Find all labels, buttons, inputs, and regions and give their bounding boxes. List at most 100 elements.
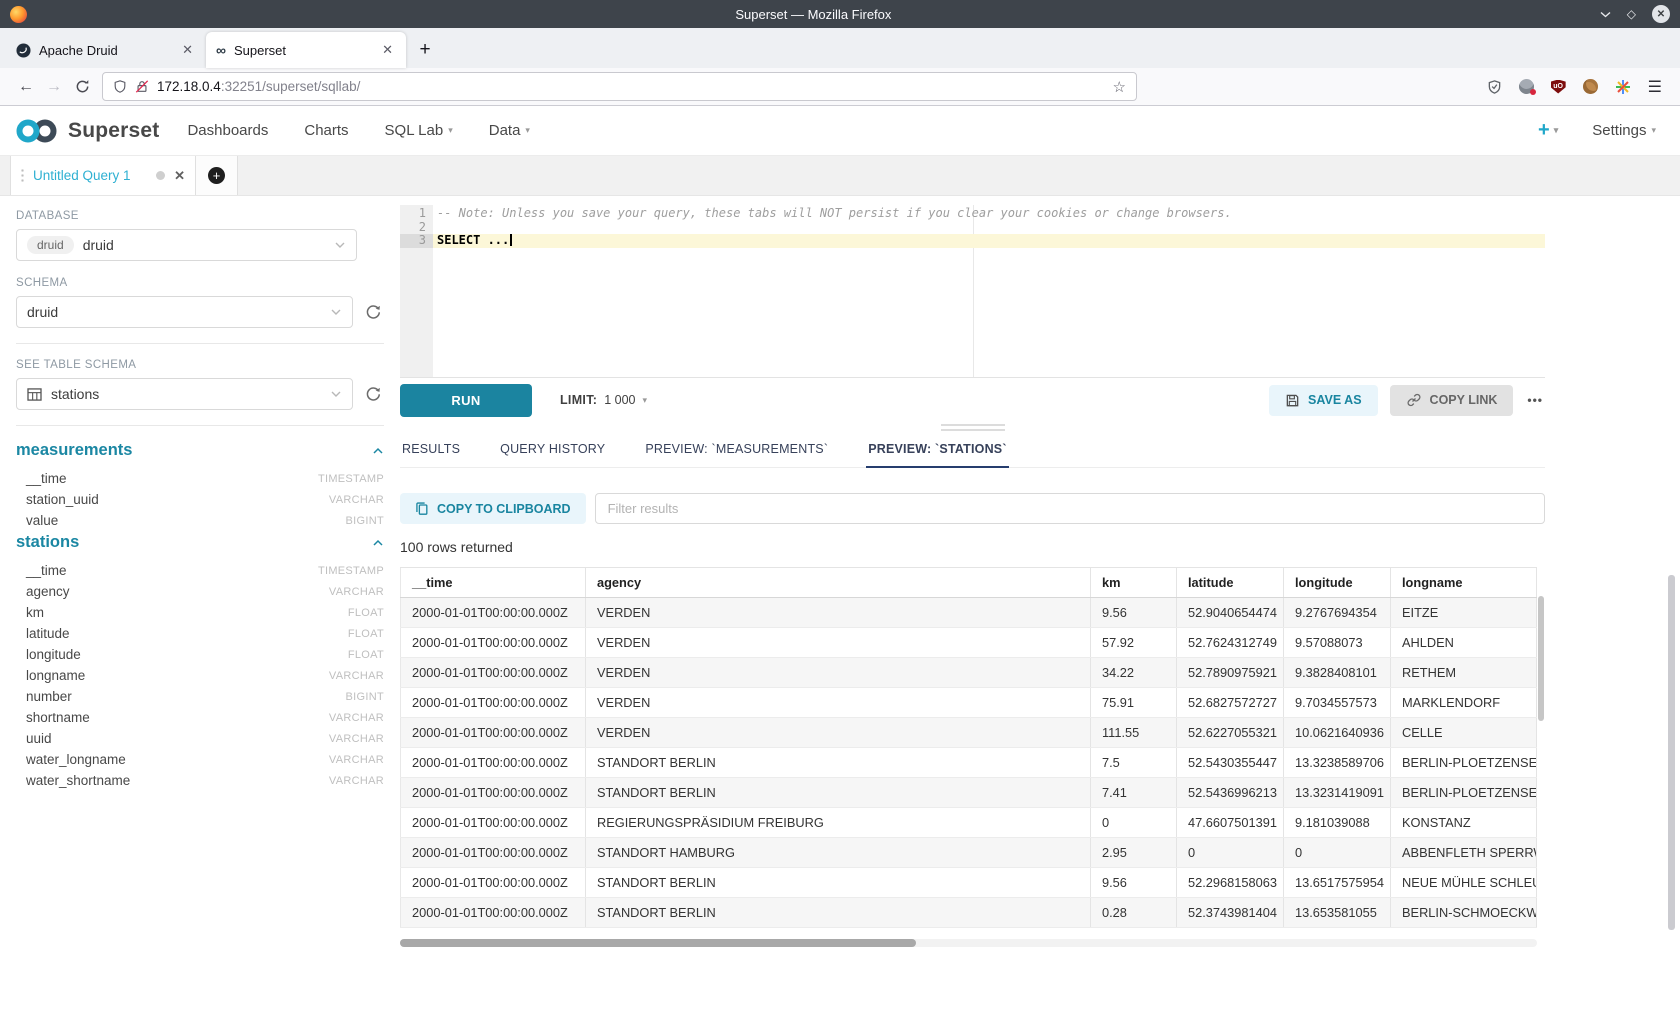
line-number: 1 [400, 207, 433, 221]
superset-favicon-icon: ∞ [216, 43, 226, 57]
chevron-down-icon: ▾ [448, 125, 453, 136]
superset-logo[interactable]: Superset [14, 116, 159, 146]
table-select[interactable]: stations [16, 378, 353, 410]
table-cell: 2000-01-01T00:00:00.000Z [401, 718, 586, 748]
collapse-chevron-up-icon[interactable] [372, 447, 384, 455]
table-cell: 7.41 [1091, 778, 1177, 808]
results-tab-preview-measurements[interactable]: PREVIEW: `MEASUREMENTS` [643, 434, 830, 467]
maximize-icon[interactable]: ◇ [1627, 8, 1636, 20]
browser-tab-apache-druid[interactable]: Apache Druid ✕ [6, 32, 206, 68]
new-item-button[interactable]: +▾ [1538, 119, 1558, 142]
unsaved-indicator [156, 171, 165, 180]
tracking-shield-icon[interactable] [113, 79, 127, 94]
table-vertical-scrollbar[interactable] [1537, 567, 1545, 928]
column-name: latitude [26, 626, 70, 641]
refresh-table-icon[interactable] [362, 383, 384, 405]
browser-tab-superset[interactable]: ∞ Superset ✕ [206, 32, 406, 68]
nav-charts[interactable]: Charts [304, 122, 348, 139]
query-tabbar: Untitled Query 1 ✕ + [0, 156, 1680, 196]
table-cell: 57.92 [1091, 628, 1177, 658]
cookie-extension-icon[interactable] [1583, 79, 1598, 94]
save-as-button[interactable]: SAVE AS [1269, 385, 1378, 416]
copy-link-button[interactable]: COPY LINK [1390, 385, 1514, 416]
close-query-tab-icon[interactable]: ✕ [174, 168, 185, 184]
table-cell: 2000-01-01T00:00:00.000Z [401, 838, 586, 868]
settings-menu[interactable]: Settings▾ [1592, 122, 1656, 139]
sql-editor[interactable]: 123 -- Note: Unless you save your query,… [400, 205, 1545, 378]
close-tab-icon[interactable]: ✕ [179, 42, 196, 58]
column-name: longname [26, 668, 85, 683]
table-cell: 7.5 [1091, 748, 1177, 778]
extension-shield-icon[interactable] [1487, 79, 1502, 95]
query-tab-active[interactable]: Untitled Query 1 ✕ [10, 156, 196, 195]
column-name: shortname [26, 710, 90, 725]
limit-control[interactable]: LIMIT: 1 000 ▾ [560, 393, 647, 407]
filter-results-input[interactable] [595, 493, 1545, 524]
column-header-km[interactable]: km [1091, 568, 1177, 598]
back-button[interactable]: ← [12, 78, 40, 96]
schema-select[interactable]: druid [16, 296, 353, 328]
results-tab-preview-stations[interactable]: PREVIEW: `STATIONS` [866, 434, 1009, 468]
column-row: valueBIGINT [16, 510, 384, 531]
run-button[interactable]: RUN [400, 384, 532, 417]
pane-resize-handle[interactable] [400, 422, 1545, 432]
copy-to-clipboard-button[interactable]: COPY TO CLIPBOARD [400, 493, 586, 524]
mask-extension-icon[interactable] [1519, 79, 1534, 94]
column-type: VARCHAR [329, 670, 384, 682]
column-row: water_shortnameVARCHAR [16, 770, 384, 791]
column-header-longname[interactable]: longname [1391, 568, 1537, 598]
nav-data[interactable]: Data▾ [489, 122, 530, 139]
column-row: shortnameVARCHAR [16, 707, 384, 728]
page-vertical-scrollbar[interactable] [1668, 575, 1675, 930]
reload-button[interactable] [68, 79, 96, 94]
drag-handle-icon[interactable] [21, 168, 24, 184]
minimize-icon[interactable] [1600, 11, 1611, 18]
ublock-origin-icon[interactable]: uO [1551, 80, 1566, 94]
column-header-longitude[interactable]: longitude [1284, 568, 1391, 598]
column-row: water_longnameVARCHAR [16, 749, 384, 770]
close-tab-icon[interactable]: ✕ [379, 42, 396, 58]
table-cell: 52.9040654474 [1177, 598, 1284, 628]
rows-returned-text: 100 rows returned [400, 539, 1545, 555]
column-row: station_uuidVARCHAR [16, 489, 384, 510]
nav-sql-lab[interactable]: SQL Lab▾ [385, 122, 453, 139]
column-name: value [26, 513, 58, 528]
colorful-asterisk-extension-icon[interactable] [1615, 79, 1631, 95]
nav-dashboards[interactable]: Dashboards [187, 122, 268, 139]
add-query-tab-button[interactable]: + [196, 156, 238, 195]
bookmark-star-icon[interactable]: ☆ [1113, 78, 1126, 96]
table-cell: 52.6827572727 [1177, 688, 1284, 718]
column-name: station_uuid [26, 492, 99, 507]
insecure-lock-icon[interactable] [135, 79, 149, 94]
table-section-header-measurements[interactable]: measurements [16, 441, 384, 460]
url-bar[interactable]: 172.18.0.4:32251/superset/sqllab/ ☆ [102, 72, 1137, 101]
close-window-icon[interactable]: ✕ [1652, 5, 1670, 23]
column-header-time[interactable]: __time [401, 568, 586, 598]
table-cell: VERDEN [586, 628, 1091, 658]
table-name: stations [16, 533, 79, 552]
column-name: __time [26, 563, 67, 578]
table-cell: 2.95 [1091, 838, 1177, 868]
table-section-header-stations[interactable]: stations [16, 533, 384, 552]
url-text[interactable]: 172.18.0.4:32251/superset/sqllab/ [157, 79, 1105, 94]
menu-icon[interactable]: ☰ [1648, 77, 1662, 97]
code-line: SELECT ... [433, 234, 1545, 248]
code-line [433, 221, 1545, 235]
column-header-latitude[interactable]: latitude [1177, 568, 1284, 598]
forward-button[interactable]: → [40, 78, 68, 96]
database-select[interactable]: druid druid [16, 229, 357, 261]
refresh-schema-icon[interactable] [362, 301, 384, 323]
new-browser-tab-button[interactable]: + [410, 35, 440, 65]
more-options-icon[interactable]: ••• [1525, 393, 1545, 407]
results-tab-results[interactable]: RESULTS [400, 434, 462, 467]
column-row: numberBIGINT [16, 686, 384, 707]
collapse-chevron-up-icon[interactable] [372, 539, 384, 547]
results-tab-query-history[interactable]: QUERY HISTORY [498, 434, 607, 467]
results-table: __timeagencykmlatitudelongitudelongname … [400, 567, 1537, 928]
table-cell: 2000-01-01T00:00:00.000Z [401, 748, 586, 778]
line-number: 2 [400, 221, 433, 235]
column-type: FLOAT [348, 607, 384, 619]
column-type: TIMESTAMP [318, 473, 384, 485]
table-horizontal-scrollbar[interactable] [400, 939, 1537, 947]
column-header-agency[interactable]: agency [586, 568, 1091, 598]
